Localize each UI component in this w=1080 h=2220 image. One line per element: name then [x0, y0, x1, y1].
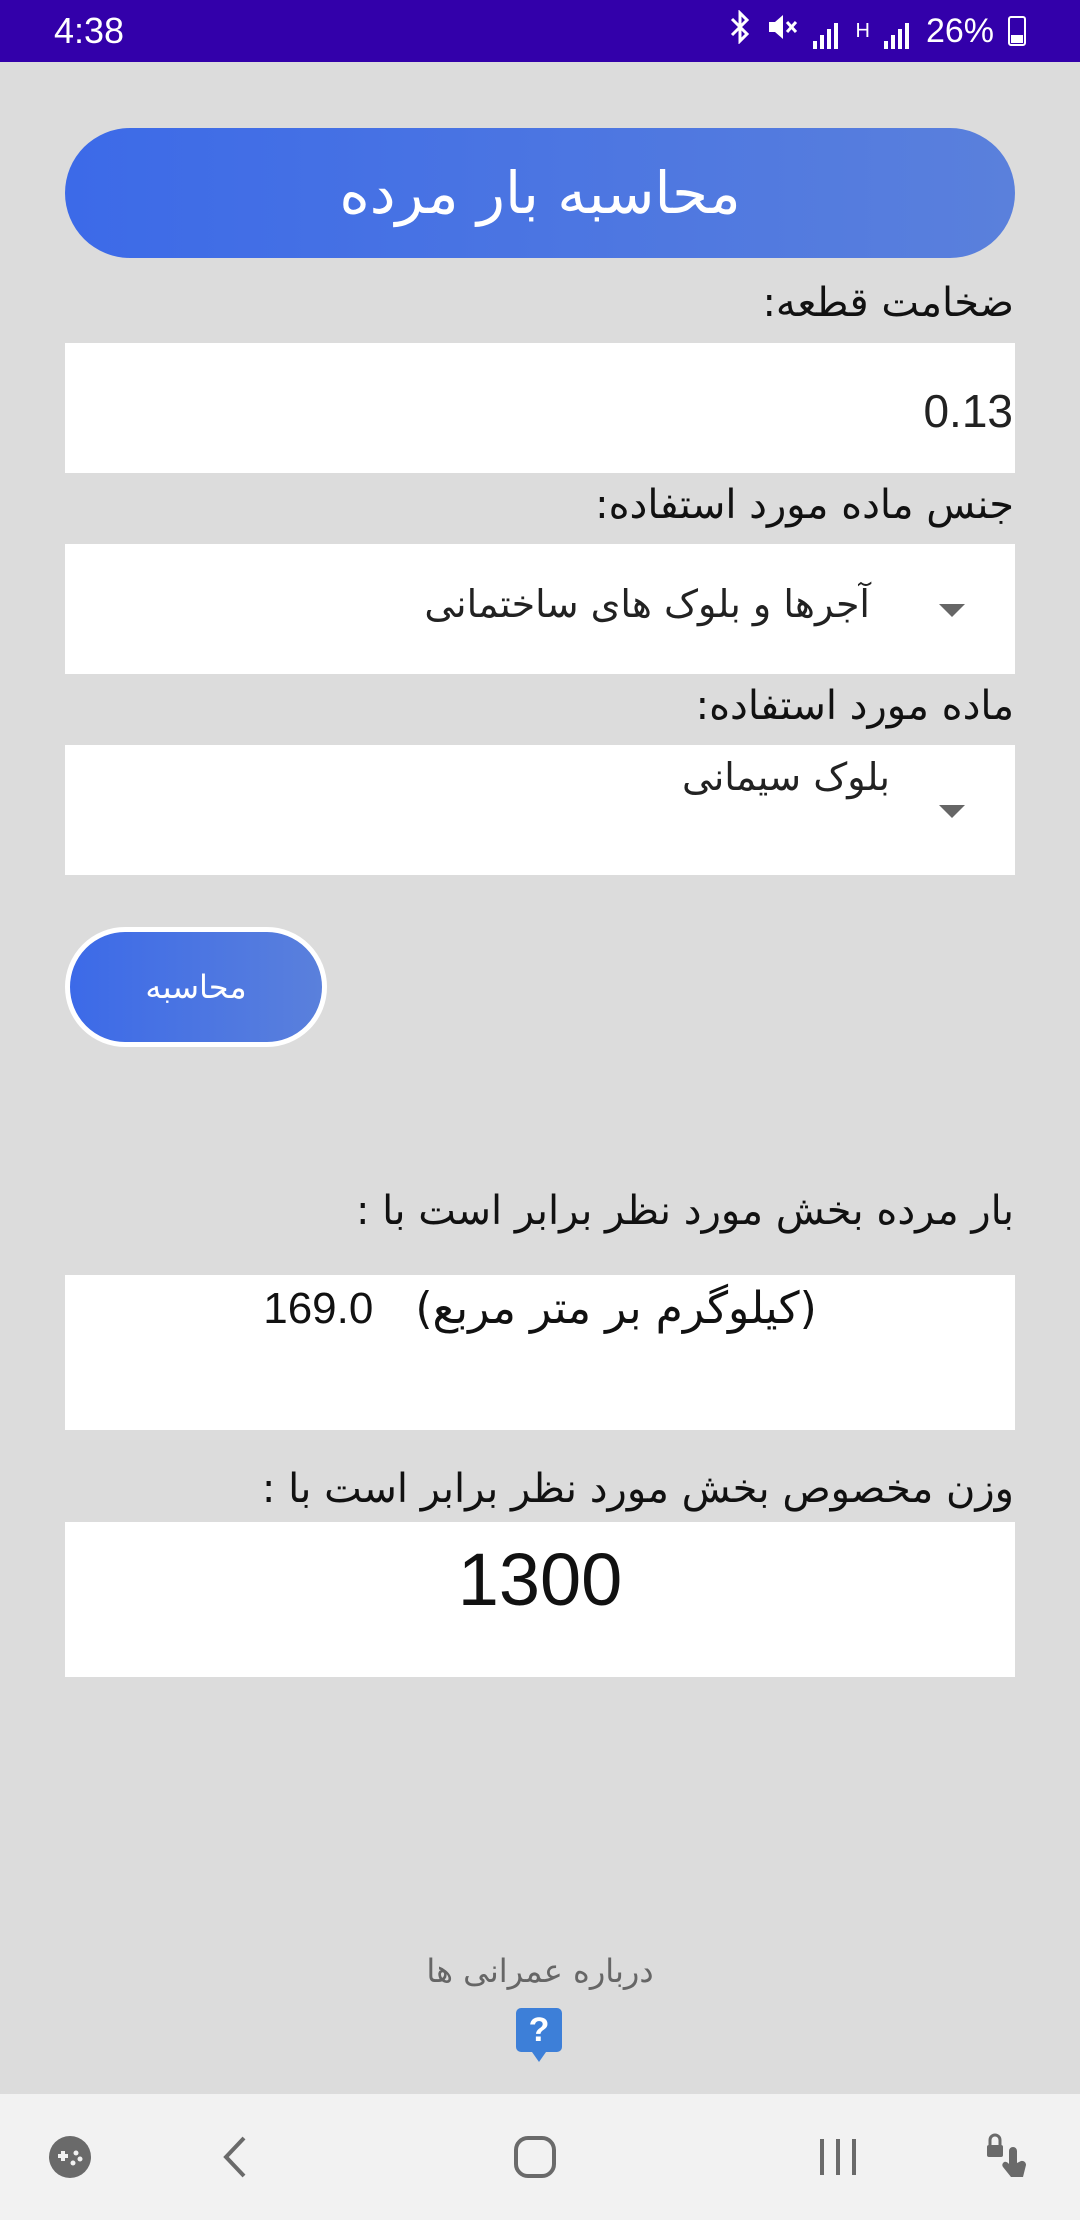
status-bar: 4:38 H 26% [0, 0, 1080, 62]
material-type-select[interactable]: آجرها و بلوک های ساختمانی [65, 544, 1015, 674]
calculate-button[interactable]: محاسبه [65, 927, 327, 1047]
battery-percent: 26% [925, 11, 994, 50]
signal-icon-2 [883, 13, 912, 49]
dead-load-value: 169.0 [263, 1284, 374, 1333]
chevron-down-icon[interactable] [939, 805, 965, 818]
dead-load-label: بار مرده بخش مورد نظر برابر است با : [355, 1188, 1014, 1234]
navigation-bar [0, 2094, 1080, 2220]
thickness-label: ضخامت قطعه: [762, 280, 1014, 326]
signal-icon [813, 13, 841, 49]
page-title: محاسبه بار مرده [65, 128, 1015, 258]
game-tools-icon[interactable] [40, 2094, 100, 2220]
material-label: ماده مورد استفاده: [695, 683, 1014, 729]
material-type-selected: آجرها و بلوک های ساختمانی [424, 582, 870, 626]
material-type-label: جنس ماده مورد استفاده: [595, 482, 1014, 528]
dead-load-result: 169.0 (کیلوگرم بر متر مربع) [65, 1275, 1015, 1430]
specific-weight-result: 1300 [65, 1522, 1015, 1677]
mute-icon [765, 10, 799, 53]
material-select[interactable]: بلوک سیمانی [65, 745, 1015, 875]
dead-load-line: 169.0 (کیلوگرم بر متر مربع) [65, 1283, 1015, 1334]
battery-icon [1008, 16, 1026, 46]
help-icon[interactable]: ? [516, 2008, 562, 2062]
bluetooth-icon [729, 8, 751, 53]
chevron-down-icon[interactable] [939, 604, 965, 617]
material-selected: بلوک سیمانی [682, 755, 890, 799]
specific-weight-value: 1300 [457, 1538, 623, 1621]
home-icon[interactable] [505, 2094, 565, 2220]
network-type-h: H [855, 19, 870, 42]
thickness-value[interactable]: 0.13 [923, 343, 1015, 473]
lock-touch-icon[interactable] [975, 2094, 1039, 2220]
back-icon[interactable] [205, 2094, 265, 2220]
dead-load-unit: (کیلوگرم بر متر مربع) [415, 1283, 817, 1334]
status-time: 4:38 [54, 10, 125, 51]
status-icons: H 26% [729, 8, 1026, 53]
recents-icon[interactable] [808, 2094, 868, 2220]
about-link[interactable]: درباره عمرانی ها [0, 1952, 1080, 1990]
specific-weight-label: وزن مخصوص بخش مورد نظر برابر است با : [261, 1466, 1014, 1512]
thickness-input[interactable]: 0.13 [65, 343, 1015, 473]
